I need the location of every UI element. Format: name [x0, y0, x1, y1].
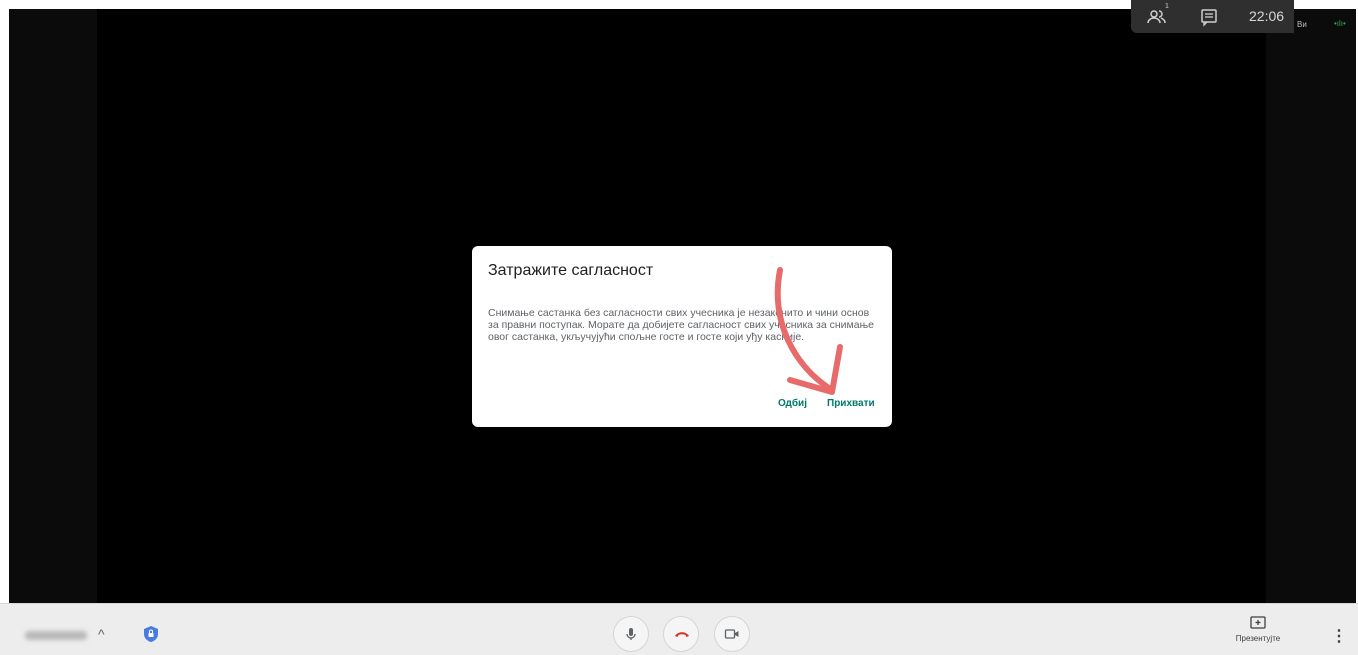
self-audio-indicator: •ılı•	[1334, 19, 1346, 28]
microphone-button[interactable]	[613, 616, 649, 652]
present-screen-icon	[1249, 616, 1267, 630]
chat-icon[interactable]	[1199, 7, 1219, 27]
stage-right-shade	[1266, 9, 1356, 603]
chevron-up-icon[interactable]: ^	[98, 626, 105, 642]
dialog-body: Снимање састанка без сагласности свих уч…	[488, 307, 874, 343]
consent-dialog: Затражите сагласност Снимање састанка бе…	[472, 246, 892, 427]
meeting-top-bar: 1 22:06	[1131, 0, 1294, 33]
more-options-icon[interactable]: ⋮	[1331, 626, 1347, 646]
meeting-details-blurred[interactable]	[25, 631, 87, 640]
camera-icon	[724, 629, 739, 639]
participants-icon[interactable]	[1147, 7, 1167, 27]
present-label: Презентујте	[1235, 634, 1281, 643]
meeting-clock: 22:06	[1249, 8, 1285, 24]
accept-button[interactable]: Прихвати	[827, 398, 875, 409]
stage-left-shade	[9, 9, 97, 603]
reject-button[interactable]: Одбиј	[778, 398, 807, 409]
self-tile-label: Ви	[1297, 20, 1307, 29]
shield-icon[interactable]	[143, 625, 159, 643]
meeting-bottom-bar: ^ Презентујте ⋮	[0, 603, 1358, 655]
camera-button[interactable]	[714, 616, 750, 652]
phone-hangup-icon	[675, 632, 689, 637]
microphone-icon	[626, 628, 636, 640]
present-button[interactable]: Презентујте	[1228, 616, 1288, 652]
hang-up-button[interactable]	[663, 616, 699, 652]
participants-count: 1	[1165, 3, 1169, 10]
dialog-title: Затражите сагласност	[488, 262, 654, 279]
